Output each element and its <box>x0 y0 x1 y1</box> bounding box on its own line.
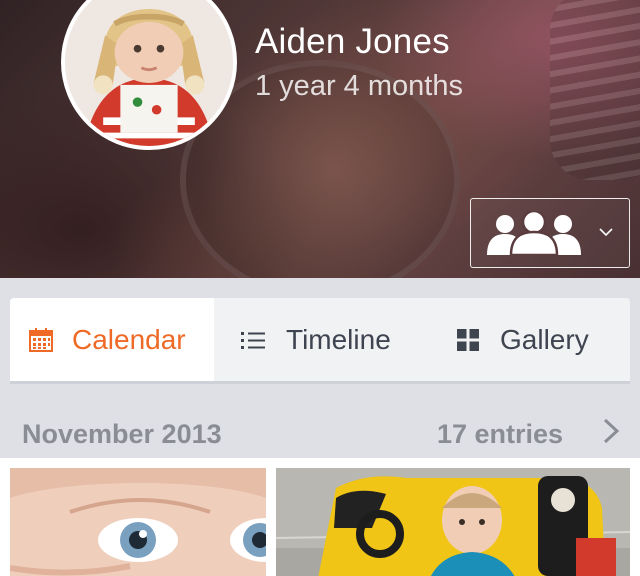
photo-grid <box>0 458 640 576</box>
child-portrait-image <box>65 0 233 146</box>
photo-thumbnail[interactable] <box>276 468 630 576</box>
sharing-dropdown-button[interactable] <box>470 198 630 268</box>
chevron-right-icon[interactable] <box>602 418 620 444</box>
month-title: November 2013 <box>22 419 222 449</box>
grid-icon <box>457 328 479 351</box>
tab-gallery[interactable]: Gallery <box>420 298 630 381</box>
baby-eyes-photo <box>10 468 266 576</box>
tab-timeline-label: Timeline <box>286 323 391 355</box>
profile-cover: Aiden Jones 1 year 4 months <box>0 0 640 278</box>
tab-timeline[interactable]: Timeline <box>214 298 420 381</box>
chevron-down-icon <box>599 228 613 237</box>
calendar-icon <box>29 327 53 352</box>
profile-name: Aiden Jones <box>255 22 450 61</box>
tab-calendar[interactable]: Calendar <box>10 298 214 381</box>
toy-car-photo <box>276 468 630 576</box>
people-group-icon <box>487 211 581 255</box>
profile-age: 1 year 4 months <box>255 70 463 102</box>
photo-thumbnail[interactable] <box>10 468 266 576</box>
tab-gallery-label: Gallery <box>500 323 589 355</box>
view-tabs: Calendar Timeline Gallery <box>10 298 630 384</box>
entries-count[interactable]: 17 entries <box>437 419 563 450</box>
list-icon <box>241 331 265 349</box>
tab-calendar-label: Calendar <box>72 323 186 355</box>
